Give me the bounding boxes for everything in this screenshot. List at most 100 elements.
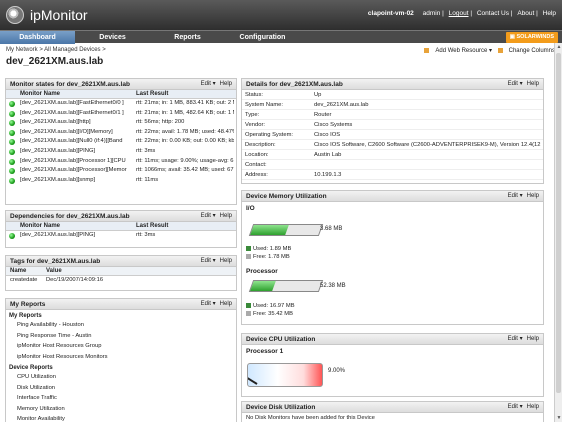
table-row[interactable]: [dev_2621XM.aus.lab][FastEthernet0/0 ] rt… [6,99,236,109]
panel-header: My Reports Edit ▾ Help [6,299,236,310]
panel-header: Monitor states for dev_2621XM.aus.lab Edi… [6,79,236,90]
free-swatch [246,310,251,316]
page-title: dev_2621XM.aus.lab [6,56,104,67]
status-up-icon [9,129,15,136]
logo-icon [6,6,24,24]
panel-header: Device CPU Utilization Edit ▾ Help [242,334,543,345]
scroll-up-icon[interactable]: ▲ [556,44,562,50]
report-link[interactable]: Interface Traffic [17,393,236,404]
table-header: Name Value [6,267,236,276]
user-links: clapoint-vm-02 admin | Logout | Contact … [367,10,556,17]
page-actions: Add Web Resource ▾ Change Columns [420,47,555,54]
report-link[interactable]: Disk Utilization [17,383,236,394]
detail-row: Location: Austin Lab [242,150,543,160]
panel-header: Dependencies for dev_2621XM.aus.lab Edit … [6,211,236,222]
report-link[interactable]: CPU Utilization [17,372,236,383]
report-link[interactable]: ipMonitor Host Resources Group [17,341,236,352]
status-up-icon [9,101,15,107]
help-button[interactable]: Help [220,213,232,219]
table-row[interactable]: [dev_2621XM.aus.lab][PING] rtt: 3ms [6,231,236,241]
cpu-processor-label: Processor 1 [246,348,284,355]
dependencies-panel: Dependencies for dev_2621XM.aus.lab Edit … [5,210,237,248]
page-scrollbar[interactable]: ▲ ▼ [554,43,562,422]
used-swatch [246,302,251,308]
report-group-heading: Device Reports [9,365,53,371]
edit-button[interactable]: Edit [201,258,211,264]
details-panel: Details for dev_2621XM.aus.lab Edit ▾ Help… [241,78,544,184]
panel-header: Device Disk Utilization Edit ▾ Help [242,402,543,413]
my-reports-panel: My Reports Edit ▾ Help My Reports Ping Ava… [5,298,237,422]
memory-io-bar [248,224,324,236]
report-link[interactable]: Ping Availability - Houston [17,320,236,331]
tags-panel: Tags for dev_2621XM.aus.lab Edit ▾ Help Na… [5,255,237,291]
help-button[interactable]: Help [220,301,232,307]
edit-button[interactable]: Edit [508,193,518,199]
cpu-gauge [247,363,323,387]
status-up-icon [9,168,15,175]
top-bar: ipMonitor clapoint-vm-02 admin | Logout … [0,0,562,30]
help-button[interactable]: Help [527,404,539,410]
help-button[interactable]: Help [527,193,539,199]
report-link[interactable]: ipMonitor Host Resources Monitors [17,352,236,363]
tab-devices[interactable]: Devices [75,31,150,44]
tab-reports[interactable]: Reports [150,31,225,44]
main-nav: Dashboard Devices Reports Configuration … [0,30,562,44]
status-up-icon [9,120,15,127]
link-about[interactable]: About [517,10,534,17]
report-link[interactable]: Memory Utilization [17,404,236,415]
report-link[interactable]: Monitor Availability [17,414,236,422]
edit-button[interactable]: Edit [508,81,518,87]
memory-io-legend: Used: 1.89 MB Free: 1.78 MB [246,245,291,261]
table-row[interactable]: [dev_2621XM.aus.lab][snmp] rtt: 11ms [6,176,236,186]
edit-button[interactable]: Edit [508,404,518,410]
gauge-needle [248,373,258,385]
panel-header: Tags for dev_2621XM.aus.lab Edit ▾ Help [6,256,236,267]
table-row[interactable]: [dev_2621XM.aus.lab][I/O][Memory] rtt: 22… [6,128,236,138]
edit-button[interactable]: Edit [201,81,211,87]
edit-button[interactable]: Edit [201,301,211,307]
tab-configuration[interactable]: Configuration [225,31,300,44]
status-up-icon [9,233,15,239]
memory-panel: Device Memory Utilization Edit ▾ Help I/O … [241,190,544,325]
edit-button[interactable]: Edit [508,336,518,342]
table-row[interactable]: [dev_2621XM.aus.lab][FastEthernet0/1 ] rt… [6,109,236,119]
disk-message: No Disk Monitors have been added for thi… [246,415,375,421]
help-button[interactable]: Help [527,81,539,87]
link-admin[interactable]: admin [423,10,441,17]
table-header: Monitor Name Last Result [6,222,236,231]
table-row[interactable]: [dev_2621XM.aus.lab][PING] rtt: 3ms [6,147,236,157]
breadcrumb[interactable]: My Network > All Managed Devices > [6,47,106,53]
status-up-icon [9,158,15,165]
detail-row: Description: Cisco IOS Software, C2600 So… [242,140,543,150]
status-up-icon [9,139,15,146]
detail-row: Contact: [242,160,543,170]
app-logo[interactable]: ipMonitor [6,5,88,25]
scroll-down-icon[interactable]: ▼ [556,415,562,421]
solarwinds-logo[interactable]: ▣ SOLARWINDS [505,32,558,43]
detail-row: Vendor: Cisco Systems [242,120,543,130]
help-button[interactable]: Help [220,81,232,87]
detail-row: Address: 10.199.1.3 [242,170,543,180]
link-help[interactable]: Help [543,10,556,17]
scroll-thumb[interactable] [556,53,561,393]
detail-row: Status: Up [242,90,543,100]
table-row[interactable]: [dev_2621XM.aus.lab][http] rtt: 56ms; htt… [6,118,236,128]
link-logout[interactable]: Logout [449,10,469,17]
detail-row: System Name: dev_2621XM.aus.lab [242,100,543,110]
change-columns-button[interactable]: Change Columns [497,47,555,54]
memory-processor-used-fill [250,281,276,291]
add-web-resource-button[interactable]: Add Web Resource ▾ [424,47,492,54]
report-link[interactable]: Ping Response Time - Austin [17,331,236,342]
edit-button[interactable]: Edit [201,213,211,219]
help-button[interactable]: Help [220,258,232,264]
link-contact[interactable]: Contact Us [477,10,509,17]
panel-header: Details for dev_2621XM.aus.lab Edit ▾ Help [242,79,543,90]
table-row[interactable]: [dev_2621XM.aus.lab][Processor][Memor rtt… [6,166,236,176]
table-row[interactable]: [dev_2621XM.aus.lab][Null0 (if:4)][Band r… [6,137,236,147]
memory-processor-bar [248,280,324,292]
tab-dashboard[interactable]: Dashboard [0,31,75,44]
table-row[interactable]: [dev_2621XM.aus.lab][Processor 1][CPU rtt… [6,157,236,167]
help-button[interactable]: Help [527,336,539,342]
memory-processor-legend: Used: 16.97 MB Free: 35.42 MB [246,302,295,318]
panel-header: Device Memory Utilization Edit ▾ Help [242,191,543,202]
